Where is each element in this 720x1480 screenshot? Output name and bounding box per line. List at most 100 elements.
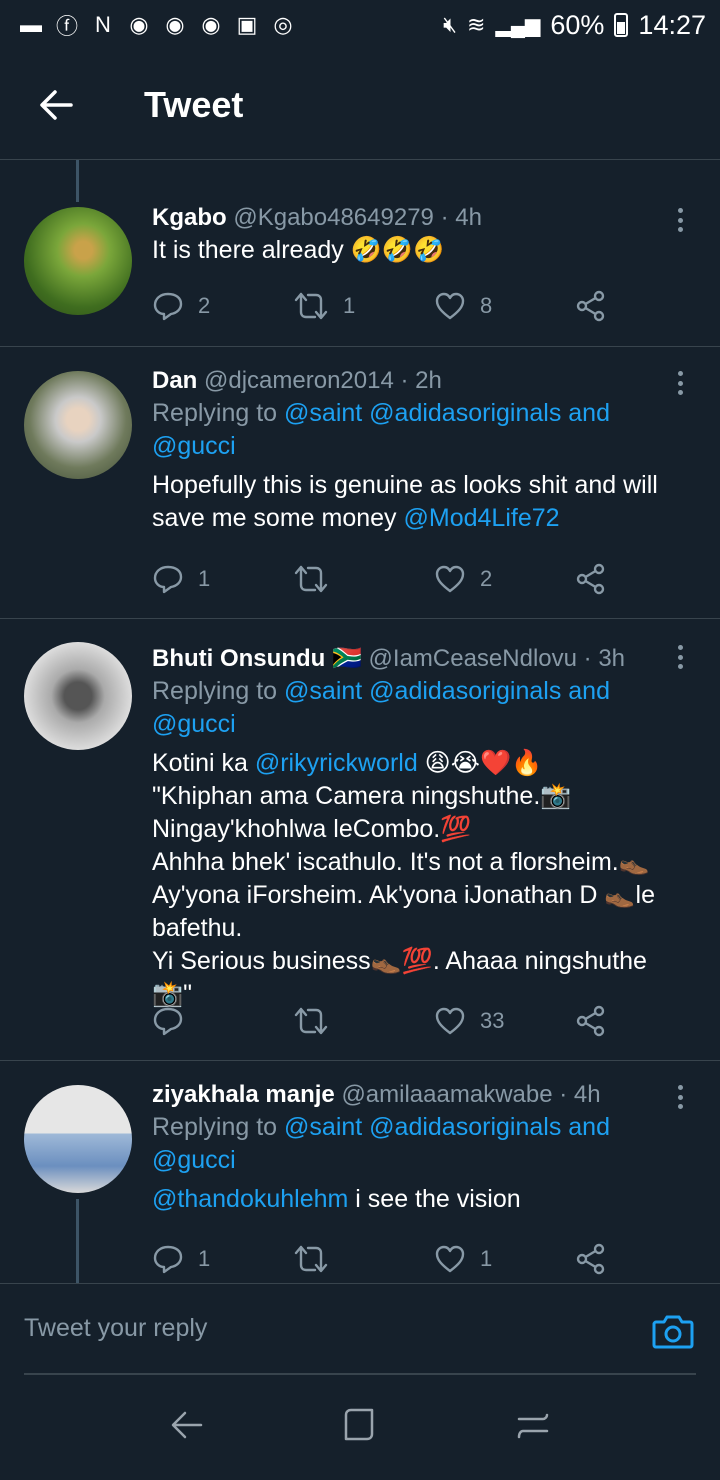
arrow-left-icon bbox=[40, 89, 73, 120]
author-handle: @Kgabo48649279 bbox=[233, 204, 434, 231]
mention-link[interactable]: @rikyrickworld bbox=[255, 749, 418, 777]
tweet-text-prefix: Kotini ka bbox=[152, 749, 255, 777]
tweet-actions: 2 1 8 bbox=[152, 286, 622, 326]
author-name[interactable]: Dan bbox=[152, 367, 197, 394]
tweet-actions: 1 1 bbox=[152, 1239, 622, 1279]
like-count: 8 bbox=[480, 293, 493, 318]
battery-icon bbox=[614, 13, 629, 37]
avatar[interactable] bbox=[24, 1085, 132, 1193]
reply-button[interactable]: 1 bbox=[152, 563, 293, 595]
status-bar: ▬ ⓕ N ◉ ◉ ◉ ▣ ◎ 🔇︎ ≋ ▂▄▆ 60% 14:27 bbox=[0, 0, 720, 50]
chrome-icon: ◉ bbox=[129, 12, 149, 37]
reply-icon bbox=[153, 1007, 183, 1036]
tweet-text: @thandokuhlehm i see the vision bbox=[152, 1183, 680, 1216]
share-icon bbox=[576, 290, 605, 322]
news-icon: N bbox=[95, 12, 111, 37]
replying-to-label: Replying to bbox=[152, 1113, 285, 1141]
replying-to: Replying to @saint @adidasoriginals and … bbox=[152, 1111, 680, 1177]
like-button[interactable]: 33 bbox=[434, 1005, 575, 1037]
retweet-button[interactable]: 1 bbox=[293, 290, 434, 322]
heart-icon bbox=[435, 565, 465, 593]
clock: 14:27 bbox=[638, 9, 706, 40]
notification-icons: ▬ ⓕ N ◉ ◉ ◉ ▣ ◎ bbox=[18, 9, 296, 41]
reply-count: 1 bbox=[198, 566, 211, 591]
reply-count: 1 bbox=[198, 1246, 211, 1271]
avatar[interactable] bbox=[24, 642, 132, 750]
nav-back-button[interactable] bbox=[169, 1407, 205, 1448]
reply-button[interactable] bbox=[152, 1005, 293, 1037]
mention-link[interactable]: @thandokuhlehm bbox=[152, 1185, 348, 1213]
message-icon: ▬ bbox=[20, 12, 42, 37]
avatar[interactable] bbox=[24, 371, 132, 479]
chrome-icon: ◉ bbox=[165, 12, 185, 37]
tweet-text-line: Ay'yona iForsheim. Ak'yona iJonathan D 👞… bbox=[152, 881, 655, 942]
retweet-icon bbox=[294, 1245, 328, 1273]
retweet-icon bbox=[294, 292, 328, 320]
reply-button[interactable]: 1 bbox=[152, 1243, 293, 1275]
heart-icon bbox=[435, 1007, 465, 1035]
tweet[interactable]: Bhuti Onsundu 🇿🇦 @IamCeaseNdlovu · 3h Re… bbox=[0, 619, 720, 1061]
like-count: 1 bbox=[480, 1246, 493, 1271]
retweet-button[interactable] bbox=[293, 1005, 434, 1037]
like-button[interactable]: 1 bbox=[434, 1243, 575, 1275]
share-button[interactable] bbox=[575, 1005, 621, 1037]
like-count: 2 bbox=[480, 566, 493, 591]
share-button[interactable] bbox=[575, 290, 621, 322]
reply-icon bbox=[153, 1245, 183, 1274]
author-handle: @djcameron2014 bbox=[204, 367, 394, 394]
back-button[interactable] bbox=[0, 50, 112, 160]
more-options-button[interactable] bbox=[668, 204, 692, 236]
replying-to-label: Replying to bbox=[152, 399, 285, 427]
tweet[interactable]: ziyakhala manje @amilaaamakwabe · 4h Rep… bbox=[0, 1061, 720, 1283]
thread-line bbox=[76, 1199, 79, 1283]
gallery-icon: ▣ bbox=[236, 12, 258, 37]
author-name[interactable]: Bhuti Onsundu 🇿🇦 bbox=[152, 645, 362, 672]
like-button[interactable]: 8 bbox=[434, 290, 575, 322]
more-options-button[interactable] bbox=[668, 641, 692, 673]
recents-icon bbox=[518, 1413, 549, 1439]
avatar[interactable] bbox=[24, 207, 132, 315]
author-handle: @IamCeaseNdlovu bbox=[368, 645, 577, 672]
more-options-button[interactable] bbox=[668, 367, 692, 399]
share-icon bbox=[576, 1243, 605, 1275]
battery-percent: 60% bbox=[550, 9, 605, 40]
reply-count: 2 bbox=[198, 293, 211, 318]
system-nav-bar bbox=[0, 1375, 720, 1480]
share-button[interactable] bbox=[575, 563, 621, 595]
retweet-icon bbox=[294, 1007, 328, 1035]
replying-to-label: Replying to bbox=[152, 677, 285, 705]
camera-icon bbox=[652, 1315, 694, 1349]
tweet-text-line: Ningay'khohlwa leCombo.💯 bbox=[152, 815, 472, 843]
author-handle: @amilaaamakwabe bbox=[341, 1081, 553, 1108]
more-options-button[interactable] bbox=[668, 1081, 692, 1113]
retweet-button[interactable] bbox=[293, 1243, 434, 1275]
retweet-icon bbox=[294, 565, 328, 593]
tweet-meta: Bhuti Onsundu 🇿🇦 @IamCeaseNdlovu · 3h bbox=[152, 643, 680, 675]
signal-icon: ▂▄▆ bbox=[495, 14, 541, 37]
mention-link[interactable]: @Mod4Life72 bbox=[404, 504, 560, 532]
author-name[interactable]: Kgabo bbox=[152, 204, 227, 231]
heart-icon bbox=[435, 292, 465, 320]
tweet[interactable]: Kgabo @Kgabo48649279 · 4h It is there al… bbox=[0, 160, 720, 347]
tweet-time: · 4h bbox=[559, 1081, 601, 1108]
vpn-icon: ◎ bbox=[273, 12, 293, 37]
heart-icon bbox=[435, 1245, 465, 1273]
home-icon bbox=[344, 1408, 374, 1441]
retweet-count: 1 bbox=[343, 293, 356, 318]
camera-button[interactable] bbox=[652, 1312, 694, 1355]
tweet-text: Hopefully this is genuine as looks shit … bbox=[152, 469, 680, 535]
reply-input[interactable]: Tweet your reply bbox=[24, 1314, 207, 1343]
nav-home-button[interactable] bbox=[342, 1407, 378, 1448]
tweet-text-suffix: 😩😭❤️🔥 bbox=[417, 749, 543, 777]
author-name[interactable]: ziyakhala manje bbox=[152, 1081, 335, 1108]
mute-icon: 🔇︎ bbox=[443, 12, 457, 37]
reply-button[interactable]: 2 bbox=[152, 290, 293, 322]
tweet-text-body: i see the vision bbox=[348, 1185, 521, 1213]
tweet-time: · 3h bbox=[583, 645, 626, 672]
like-button[interactable]: 2 bbox=[434, 563, 575, 595]
facebook-icon: ⓕ bbox=[55, 14, 78, 39]
retweet-button[interactable] bbox=[293, 563, 434, 595]
tweet[interactable]: Dan @djcameron2014 · 2h Replying to @sai… bbox=[0, 347, 720, 619]
share-button[interactable] bbox=[575, 1243, 621, 1275]
nav-recents-button[interactable] bbox=[515, 1407, 551, 1448]
